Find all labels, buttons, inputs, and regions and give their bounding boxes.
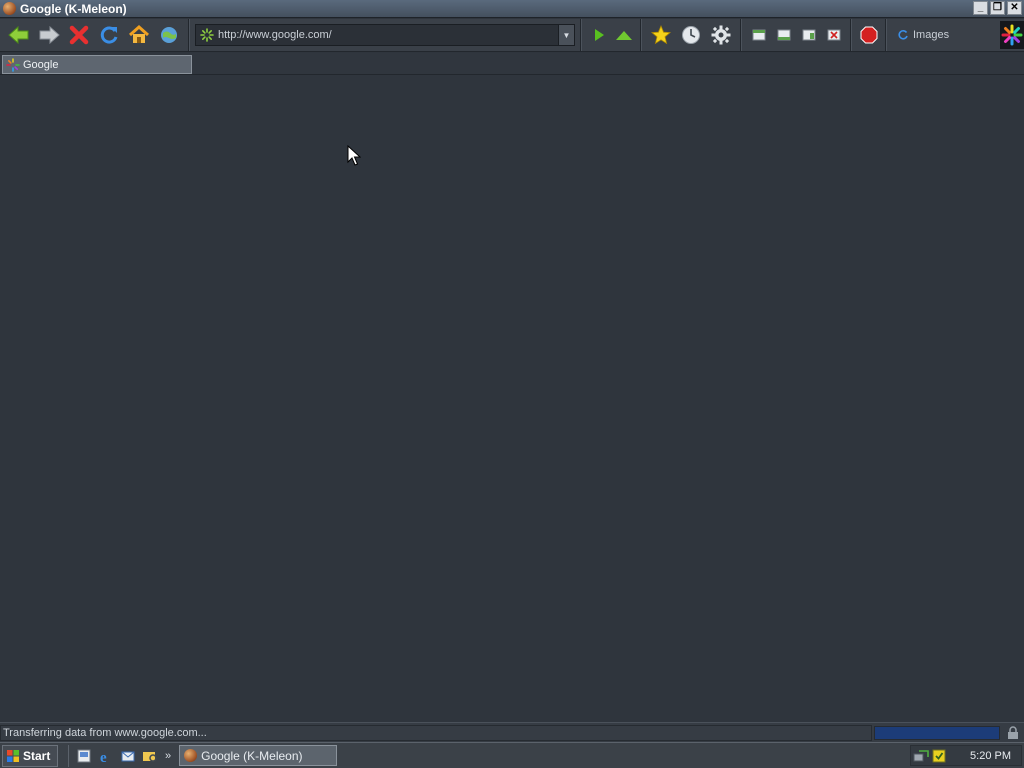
up-button[interactable] [612,21,635,49]
images-search-button[interactable]: Images [891,29,955,41]
chevron-down-icon: ▼ [562,30,571,40]
ie-icon: e [100,750,107,764]
back-icon [8,25,29,45]
throbber[interactable] [1000,21,1024,49]
settings-button[interactable] [707,21,735,49]
bookmarks-button[interactable] [647,21,675,49]
quick-launch: e » [68,744,171,767]
images-label: Images [913,29,950,41]
globe-button[interactable] [155,21,183,49]
stop-icon [69,25,89,45]
quick-launch-outlook[interactable] [119,747,137,765]
close-layer-icon [827,29,840,41]
adblock-icon [860,26,877,44]
adblock-button[interactable] [857,21,880,49]
desktop-icon [77,749,91,762]
progress-bar [874,725,1000,740]
adblock-group [851,19,886,51]
quick-launch-desktop[interactable] [75,747,93,765]
layer-prev-icon [752,29,765,41]
go-button[interactable] [587,21,610,49]
window-controls: _ ❐ ✕ [973,1,1022,15]
security-lock-icon[interactable] [1004,725,1022,741]
outlook-icon [121,751,135,761]
tab-label: Google [23,58,59,71]
close-button[interactable]: ✕ [1007,1,1022,15]
start-label: Start [23,748,51,763]
layers-group [741,19,851,51]
windows-logo-icon [7,749,19,762]
reload-icon [100,26,118,44]
antivirus-icon[interactable] [931,748,947,764]
minimize-icon: _ [977,2,984,13]
k-meleon-icon [3,2,16,15]
k-meleon-throbber-icon [1001,24,1023,46]
history-button[interactable] [677,21,705,49]
bookmarks-star-icon [650,24,672,45]
restore-icon: ❐ [993,2,1002,13]
forward-icon [39,25,60,45]
clock: 5:20 PM [970,749,1011,762]
page-content[interactable] [0,75,1024,722]
quick-launch-overflow[interactable]: » [165,750,171,762]
layer-next-button[interactable] [772,21,795,49]
loading-tab-icon [6,57,20,72]
new-layer-button[interactable] [797,21,820,49]
status-text: Transferring data from www.google.com... [0,724,872,741]
url-bar[interactable]: ▼ [195,24,575,46]
explorer-icon [143,751,157,762]
layer-next-icon [777,29,790,41]
close-icon: ✕ [1010,2,1019,13]
settings-gear-icon [711,25,731,45]
home-icon [129,24,149,43]
progress-fill [875,726,999,739]
minimize-button[interactable]: _ [973,1,988,15]
stop-button[interactable] [65,21,93,49]
search-group: Images [886,19,959,51]
start-button[interactable]: Start [2,744,58,767]
go-icon [594,29,604,41]
status-bar: Transferring data from www.google.com... [0,722,1024,742]
url-dropdown-button[interactable]: ▼ [558,25,574,45]
loading-spinner-icon [200,28,214,42]
reload-button[interactable] [95,21,123,49]
url-group: ▼ [189,19,581,51]
up-icon [615,31,632,40]
mouse-cursor-icon [347,145,361,166]
home-button[interactable] [125,21,153,49]
system-tray: 5:20 PM [910,745,1022,766]
tab-google[interactable]: Google [2,55,192,74]
title-bar[interactable]: Google (K-Meleon) _ ❐ ✕ [0,0,1024,18]
navigation-group [0,19,189,51]
taskbar: Start e » Google (K-Meleon) 5:20 PM [0,742,1024,768]
network-icon[interactable] [913,748,929,764]
taskbar-button-label: Google (K-Meleon) [201,748,303,763]
quick-launch-explorer[interactable] [141,747,159,765]
taskbar-button-kmeleon[interactable]: Google (K-Meleon) [179,745,338,766]
restore-button[interactable]: ❐ [990,1,1005,15]
forward-button[interactable] [35,21,63,49]
close-layer-button[interactable] [822,21,845,49]
history-clock-icon [682,26,700,44]
k-meleon-task-icon [184,749,198,762]
window-title: Google (K-Meleon) [20,1,127,16]
url-input[interactable] [218,29,558,41]
quick-launch-ie[interactable]: e [97,747,115,765]
new-layer-icon [802,29,815,41]
go-group [581,19,641,51]
globe-icon [161,27,177,43]
main-toolbar: ▼ [0,19,1024,52]
tab-bar: Google [0,53,1024,75]
layer-prev-button[interactable] [747,21,770,49]
svg-text:e: e [100,750,107,764]
tools-group [641,19,741,51]
back-button[interactable] [5,21,33,49]
refresh-small-icon [898,30,908,40]
